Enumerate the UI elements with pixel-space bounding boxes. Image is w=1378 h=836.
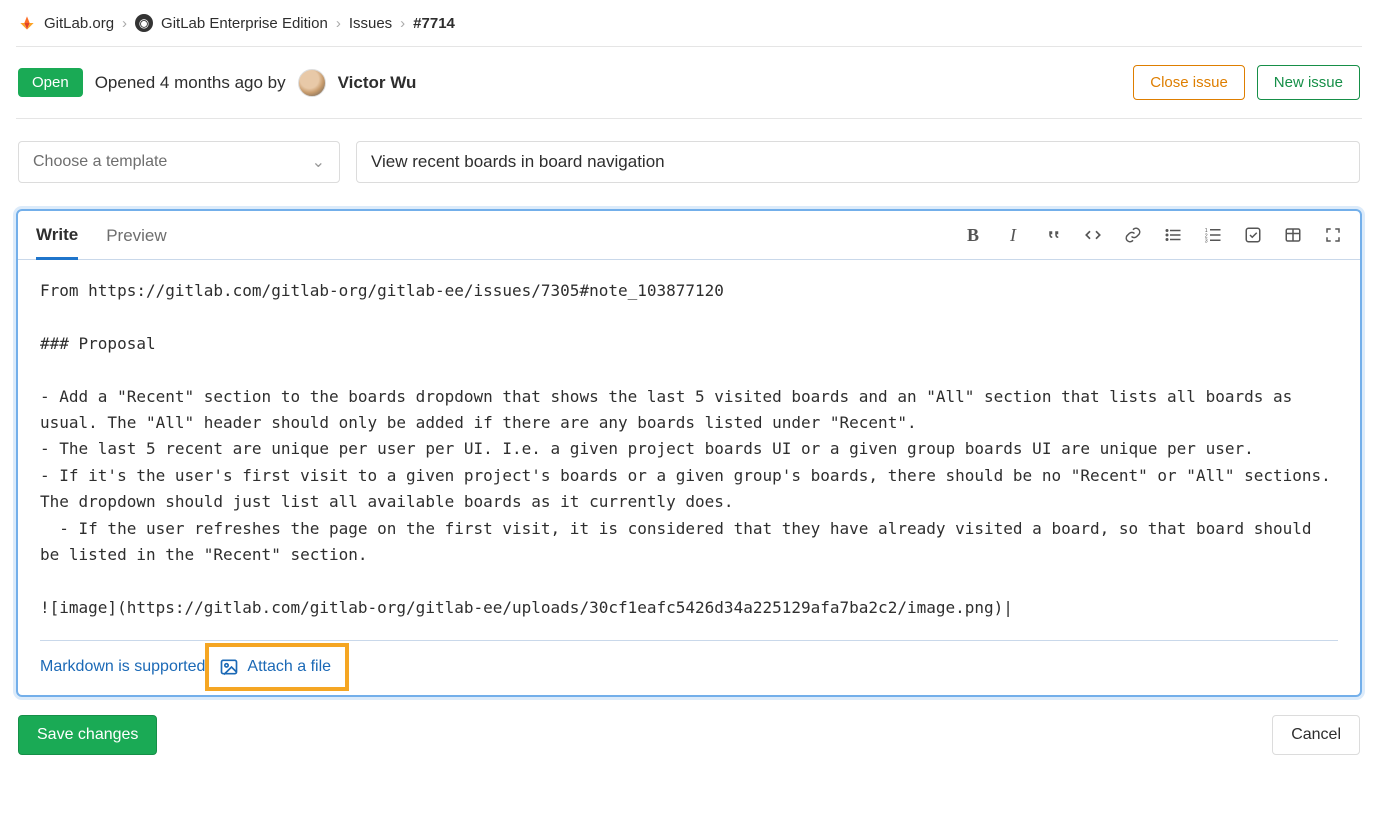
author-name[interactable]: Victor Wu	[338, 73, 417, 93]
breadcrumb-issue-id: #7714	[413, 15, 455, 32]
numbered-list-icon[interactable]: 123	[1204, 226, 1222, 244]
issue-header: Open Opened 4 months ago by Victor Wu Cl…	[16, 47, 1362, 119]
editor-tabs: Write Preview B I 123	[18, 211, 1360, 260]
chevron-down-icon: ⌄	[312, 152, 325, 172]
fullscreen-icon[interactable]	[1324, 226, 1342, 244]
svg-text:3: 3	[1205, 239, 1208, 245]
tab-write[interactable]: Write	[36, 211, 78, 260]
markdown-help-link[interactable]: Markdown is supported	[40, 658, 205, 676]
italic-icon[interactable]: I	[1004, 226, 1022, 244]
chevron-right-icon: ›	[336, 15, 341, 32]
quote-icon[interactable]	[1044, 226, 1062, 244]
code-icon[interactable]	[1084, 226, 1102, 244]
avatar[interactable]	[298, 69, 326, 97]
task-list-icon[interactable]	[1244, 226, 1262, 244]
description-editor: Write Preview B I 123 From https://gitla…	[16, 209, 1362, 697]
bold-icon[interactable]: B	[964, 226, 982, 244]
new-issue-button[interactable]: New issue	[1257, 65, 1360, 100]
close-issue-button[interactable]: Close issue	[1133, 65, 1245, 100]
table-icon[interactable]	[1284, 226, 1302, 244]
template-select[interactable]: Choose a template ⌄	[18, 141, 340, 183]
save-button[interactable]: Save changes	[18, 715, 157, 755]
breadcrumb-section[interactable]: Issues	[349, 15, 392, 32]
chevron-right-icon: ›	[400, 15, 405, 32]
project-avatar-icon: ◉	[135, 14, 153, 32]
editor-toolbar: B I 123	[964, 226, 1342, 244]
chevron-right-icon: ›	[122, 15, 127, 32]
cancel-button[interactable]: Cancel	[1272, 715, 1360, 755]
issue-title-input[interactable]	[356, 141, 1360, 183]
opened-text: Opened 4 months ago by	[95, 73, 286, 93]
form-actions: Save changes Cancel	[16, 697, 1362, 755]
form-row: Choose a template ⌄	[16, 119, 1362, 187]
editor-footer: Markdown is supported Attach a file	[18, 641, 1360, 695]
template-placeholder: Choose a template	[33, 153, 167, 171]
link-icon[interactable]	[1124, 226, 1142, 244]
gitlab-logo-icon	[18, 14, 36, 32]
image-icon	[219, 657, 239, 677]
bullet-list-icon[interactable]	[1164, 226, 1182, 244]
tab-preview[interactable]: Preview	[106, 212, 166, 258]
attach-file-button[interactable]: Attach a file	[205, 643, 349, 691]
attach-file-label: Attach a file	[247, 658, 331, 676]
breadcrumb: GitLab.org › ◉ GitLab Enterprise Edition…	[16, 8, 1362, 47]
breadcrumb-project[interactable]: GitLab Enterprise Edition	[161, 15, 328, 32]
breadcrumb-org[interactable]: GitLab.org	[44, 15, 114, 32]
status-badge: Open	[18, 68, 83, 97]
description-textarea[interactable]: From https://gitlab.com/gitlab-org/gitla…	[18, 260, 1360, 640]
